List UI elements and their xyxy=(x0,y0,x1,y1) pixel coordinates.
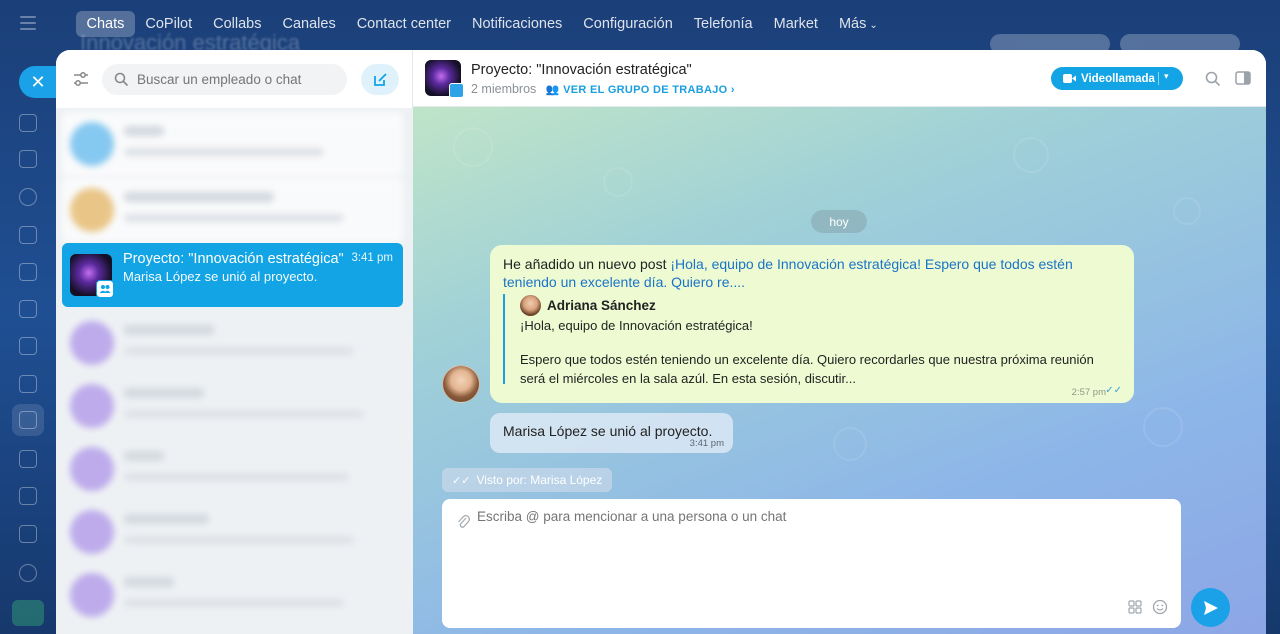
nav-contact-center[interactable]: Contact center xyxy=(346,11,461,37)
filter-funnel-icon[interactable] xyxy=(19,487,37,505)
chat-list-toolbar xyxy=(56,50,412,108)
chevron-right-icon: › xyxy=(730,84,735,96)
chat-item-last-message: Marisa López se unió al proyecto. xyxy=(123,269,318,284)
nav-collabs[interactable]: Collabs xyxy=(203,11,272,37)
quote-text-line1: ¡Hola, equipo de Innovación estratégica! xyxy=(520,318,753,333)
messenger-window: Proyecto: "Innovación estratégica" 3:41 … xyxy=(56,50,1266,634)
menu-icon[interactable] xyxy=(20,16,36,30)
read-check-icon: ✓✓ xyxy=(1105,385,1122,396)
group-badge-icon xyxy=(96,280,114,298)
bot-icon[interactable] xyxy=(19,525,37,543)
system-message: Marisa López se unió al proyecto. 3:41 p… xyxy=(490,413,733,453)
nav-canales[interactable]: Canales xyxy=(272,11,346,37)
chat-subtitle: 2 miembros 👥 VER EL GRUPO DE TRABAJO › xyxy=(471,82,735,96)
double-check-icon: ✓✓ xyxy=(452,474,471,487)
top-navigation: Chats CoPilot Collabs Canales Contact ce… xyxy=(76,10,888,38)
chat-item-active[interactable]: Proyecto: "Innovación estratégica" 3:41 … xyxy=(62,243,403,307)
nav-copilot[interactable]: CoPilot xyxy=(135,11,203,37)
list-item[interactable] xyxy=(62,500,403,564)
chat-item-title: Proyecto: "Innovación estratégica" xyxy=(123,251,344,267)
chat-panel: Proyecto: "Innovación estratégica" 2 mie… xyxy=(413,50,1266,634)
quoted-post[interactable]: Adriana Sánchez ¡Hola, equipo de Innovac… xyxy=(503,294,1118,386)
system-message-text: Marisa López se unió al proyecto. xyxy=(503,423,713,439)
chat-header: Proyecto: "Innovación estratégica" 2 mie… xyxy=(413,50,1266,107)
search-box xyxy=(102,64,347,95)
nav-telefonia[interactable]: Telefonía xyxy=(683,11,763,37)
quote-author: Adriana Sánchez xyxy=(547,298,656,313)
drive-icon[interactable] xyxy=(19,337,37,355)
author-avatar[interactable] xyxy=(442,365,480,403)
chevron-down-icon: ⌄ xyxy=(869,20,878,31)
tasks-icon[interactable] xyxy=(19,450,37,468)
list-item[interactable] xyxy=(62,563,403,627)
post-message-text: He añadido un nuevo post ¡Hola, equipo d… xyxy=(503,255,1103,291)
message-area: hoy He añadido un nuevo post ¡Hola, equi… xyxy=(413,107,1266,634)
camera-icon xyxy=(1063,74,1076,83)
members-count[interactable]: 2 miembros xyxy=(471,82,536,96)
send-arrow-icon xyxy=(1203,600,1218,615)
video-call-button[interactable]: Videollamada ▾ xyxy=(1051,67,1183,90)
list-item[interactable] xyxy=(62,112,403,176)
paperclip-icon[interactable] xyxy=(456,513,470,529)
app-logo-icon[interactable] xyxy=(12,600,44,626)
chat-title[interactable]: Proyecto: "Innovación estratégica" xyxy=(471,62,692,78)
close-button[interactable]: ✕ xyxy=(19,66,57,98)
chat-item-time: 3:41 pm xyxy=(351,252,393,264)
nav-mas-label: Más xyxy=(838,16,867,32)
document-icon[interactable] xyxy=(19,263,37,281)
nav-configuracion[interactable]: Configuración xyxy=(573,11,683,37)
nav-market[interactable]: Market xyxy=(763,11,828,37)
nav-chats[interactable]: Chats xyxy=(76,11,135,37)
video-call-label: Videollamada xyxy=(1081,72,1155,85)
filter-icon[interactable] xyxy=(72,70,90,88)
seen-text: Visto por: Marisa López xyxy=(476,473,603,487)
nav-mas[interactable]: Más ⌄ xyxy=(828,11,888,37)
calendar-icon[interactable] xyxy=(19,226,37,244)
post-prefix: He añadido un nuevo post xyxy=(503,256,671,272)
people-icon: 👥 xyxy=(545,84,560,96)
quote-author-avatar xyxy=(520,295,541,316)
emoji-icon[interactable] xyxy=(1152,599,1168,615)
chevron-down-icon[interactable]: ▾ xyxy=(1164,71,1169,82)
search-input[interactable] xyxy=(137,72,337,87)
edit-icon xyxy=(373,73,387,86)
message-composer xyxy=(442,499,1181,628)
group-link[interactable]: 👥 VER EL GRUPO DE TRABAJO › xyxy=(546,84,735,96)
message-time: 2:57 pm xyxy=(1071,387,1106,398)
quote-text-line2: Espero que todos estén teniendo un excel… xyxy=(520,352,1094,386)
feed-icon[interactable] xyxy=(19,150,37,168)
seen-indicator: ✓✓ Visto por: Marisa López xyxy=(442,468,612,492)
list-item[interactable] xyxy=(62,374,403,438)
sidebar-panel-icon[interactable] xyxy=(1235,71,1251,85)
list-item[interactable] xyxy=(62,437,403,501)
group-badge-icon xyxy=(449,83,464,98)
date-divider: hoy xyxy=(811,210,867,233)
message-time: 3:41 pm xyxy=(689,438,724,449)
search-icon xyxy=(114,72,129,87)
search-icon[interactable] xyxy=(1205,71,1221,87)
apps-grid-icon[interactable] xyxy=(1128,600,1142,614)
group-link-label: VER EL GRUPO DE TRABAJO xyxy=(563,84,728,96)
new-chat-button[interactable] xyxy=(361,64,399,95)
copilot-icon[interactable] xyxy=(19,188,37,206)
settings-icon[interactable] xyxy=(19,564,37,582)
chat-icon[interactable] xyxy=(19,114,37,132)
send-button[interactable] xyxy=(1191,588,1230,627)
groups-icon[interactable] xyxy=(19,411,37,429)
board-icon[interactable] xyxy=(19,300,37,318)
mail-icon[interactable] xyxy=(19,375,37,393)
message-bubble-post: He añadido un nuevo post ¡Hola, equipo d… xyxy=(490,245,1134,403)
chat-list: Proyecto: "Innovación estratégica" 3:41 … xyxy=(56,108,413,634)
message-input[interactable] xyxy=(477,509,1157,609)
list-item[interactable] xyxy=(62,178,403,242)
left-sidebar: ✕ xyxy=(0,0,57,634)
chat-list-panel: Proyecto: "Innovación estratégica" 3:41 … xyxy=(56,50,413,634)
list-item[interactable] xyxy=(62,311,403,375)
nav-notificaciones[interactable]: Notificaciones xyxy=(462,11,573,37)
